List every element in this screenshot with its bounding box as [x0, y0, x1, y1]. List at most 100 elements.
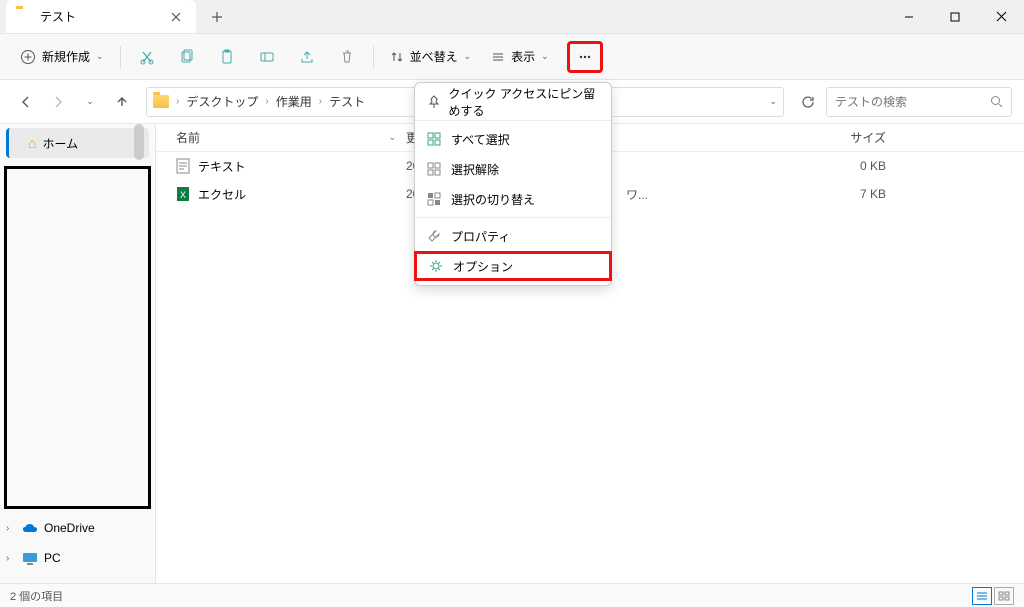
sidebar-item-pc[interactable]: › PC	[0, 543, 155, 573]
window-controls	[886, 0, 1024, 34]
share-icon	[299, 49, 315, 65]
ellipsis-icon	[577, 49, 593, 65]
view-thumbnails-button[interactable]	[994, 587, 1014, 605]
col-header-size[interactable]: サイズ	[806, 129, 886, 146]
toolbar: 新規作成 ⌄ 並べ替え ⌄ 表示 ⌄	[0, 34, 1024, 80]
trash-icon	[339, 49, 355, 65]
menu-separator	[415, 217, 611, 218]
titlebar: テスト	[0, 0, 1024, 34]
chevron-right-icon: ›	[173, 96, 182, 107]
view-button[interactable]: 表示 ⌄	[483, 41, 557, 73]
up-button[interactable]	[108, 88, 136, 116]
select-all-icon	[427, 132, 441, 146]
view-label: 表示	[511, 48, 535, 65]
copy-icon	[179, 49, 195, 65]
chevron-down-icon: ⌄	[96, 51, 104, 62]
sort-indicator-icon: ⌄	[388, 132, 396, 143]
col-header-name[interactable]: 名前⌄	[176, 129, 406, 146]
status-text: 2 個の項目	[10, 588, 63, 604]
redacted-area	[4, 166, 151, 509]
file-size: 7 KB	[806, 187, 886, 201]
menu-label: クイック アクセスにピン留めする	[449, 85, 599, 119]
back-button[interactable]	[12, 88, 40, 116]
cloud-icon	[22, 523, 38, 534]
crumb-desktop[interactable]: デスクトップ	[182, 93, 262, 110]
sidebar: ⌂ ホーム › OneDrive › PC	[0, 124, 156, 583]
copy-button[interactable]	[169, 41, 205, 73]
expand-icon[interactable]: ›	[6, 553, 9, 564]
tab-current[interactable]: テスト	[6, 0, 196, 33]
menu-select-none[interactable]: 選択解除	[415, 154, 611, 184]
view-toggles	[972, 587, 1014, 605]
rename-icon	[259, 49, 275, 65]
expand-icon[interactable]: ›	[6, 523, 9, 534]
sort-icon	[390, 50, 404, 64]
chevron-right-icon: ›	[262, 96, 271, 107]
refresh-button[interactable]	[794, 88, 822, 116]
close-tab-icon[interactable]	[168, 9, 184, 25]
invert-selection-icon	[427, 192, 441, 206]
maximize-button[interactable]	[932, 0, 978, 34]
chevron-right-icon: ›	[316, 96, 325, 107]
cut-button[interactable]	[129, 41, 165, 73]
file-type: ワ...	[626, 186, 806, 203]
chevron-down-icon: ⌄	[464, 51, 472, 62]
home-icon: ⌂	[28, 135, 36, 151]
text-file-icon	[176, 158, 190, 174]
plus-circle-icon	[20, 49, 36, 65]
rename-button[interactable]	[249, 41, 285, 73]
search-input[interactable]	[835, 95, 990, 109]
search-icon	[990, 95, 1003, 108]
menu-pin-to-quick-access[interactable]: クイック アクセスにピン留めする	[415, 87, 611, 117]
menu-label: プロパティ	[451, 228, 510, 245]
sidebar-item-onedrive[interactable]: › OneDrive	[0, 513, 155, 543]
menu-label: すべて選択	[451, 131, 510, 148]
sidebar-onedrive-label: OneDrive	[44, 521, 95, 535]
menu-separator	[415, 120, 611, 121]
view-list-icon	[491, 50, 505, 64]
menu-options[interactable]: オプション	[414, 251, 612, 281]
folder-icon	[153, 95, 169, 108]
breadcrumb-dropdown-icon[interactable]: ⌄	[769, 96, 777, 107]
pin-icon	[427, 95, 439, 109]
separator	[120, 46, 121, 68]
sidebar-item-home[interactable]: ⌂ ホーム	[6, 128, 149, 158]
sidebar-scrollbar[interactable]	[134, 124, 144, 160]
scissors-icon	[139, 49, 155, 65]
sort-button[interactable]: 並べ替え ⌄	[382, 41, 480, 73]
file-name: エクセル	[198, 186, 246, 203]
close-window-button[interactable]	[978, 0, 1024, 34]
more-button[interactable]	[567, 41, 603, 73]
select-none-icon	[427, 162, 441, 176]
new-button[interactable]: 新規作成 ⌄	[12, 41, 112, 73]
sidebar-pc-label: PC	[44, 551, 61, 565]
new-label: 新規作成	[42, 48, 90, 65]
menu-label: 選択解除	[451, 161, 499, 178]
crumb-test[interactable]: テスト	[325, 93, 369, 110]
sidebar-home-label: ホーム	[42, 135, 78, 152]
svg-text:X: X	[180, 190, 186, 200]
minimize-button[interactable]	[886, 0, 932, 34]
menu-label: 選択の切り替え	[451, 191, 535, 208]
gear-icon	[429, 259, 443, 273]
new-tab-button[interactable]	[202, 2, 232, 32]
menu-properties[interactable]: プロパティ	[415, 221, 611, 251]
crumb-work[interactable]: 作業用	[272, 93, 316, 110]
forward-button[interactable]	[44, 88, 72, 116]
share-button[interactable]	[289, 41, 325, 73]
more-menu: クイック アクセスにピン留めする すべて選択 選択解除 選択の切り替え プロパテ…	[414, 82, 612, 286]
sort-label: 並べ替え	[410, 48, 458, 65]
wrench-icon	[427, 229, 441, 243]
statusbar: 2 個の項目	[0, 583, 1024, 607]
recent-button[interactable]: ⌄	[76, 88, 104, 116]
search-box[interactable]	[826, 87, 1012, 117]
view-details-button[interactable]	[972, 587, 992, 605]
file-name: テキスト	[198, 158, 246, 175]
menu-select-all[interactable]: すべて選択	[415, 124, 611, 154]
delete-button[interactable]	[329, 41, 365, 73]
paste-button[interactable]	[209, 41, 245, 73]
separator	[373, 46, 374, 68]
pc-icon	[22, 552, 38, 565]
menu-invert-selection[interactable]: 選択の切り替え	[415, 184, 611, 214]
clipboard-icon	[219, 49, 235, 65]
